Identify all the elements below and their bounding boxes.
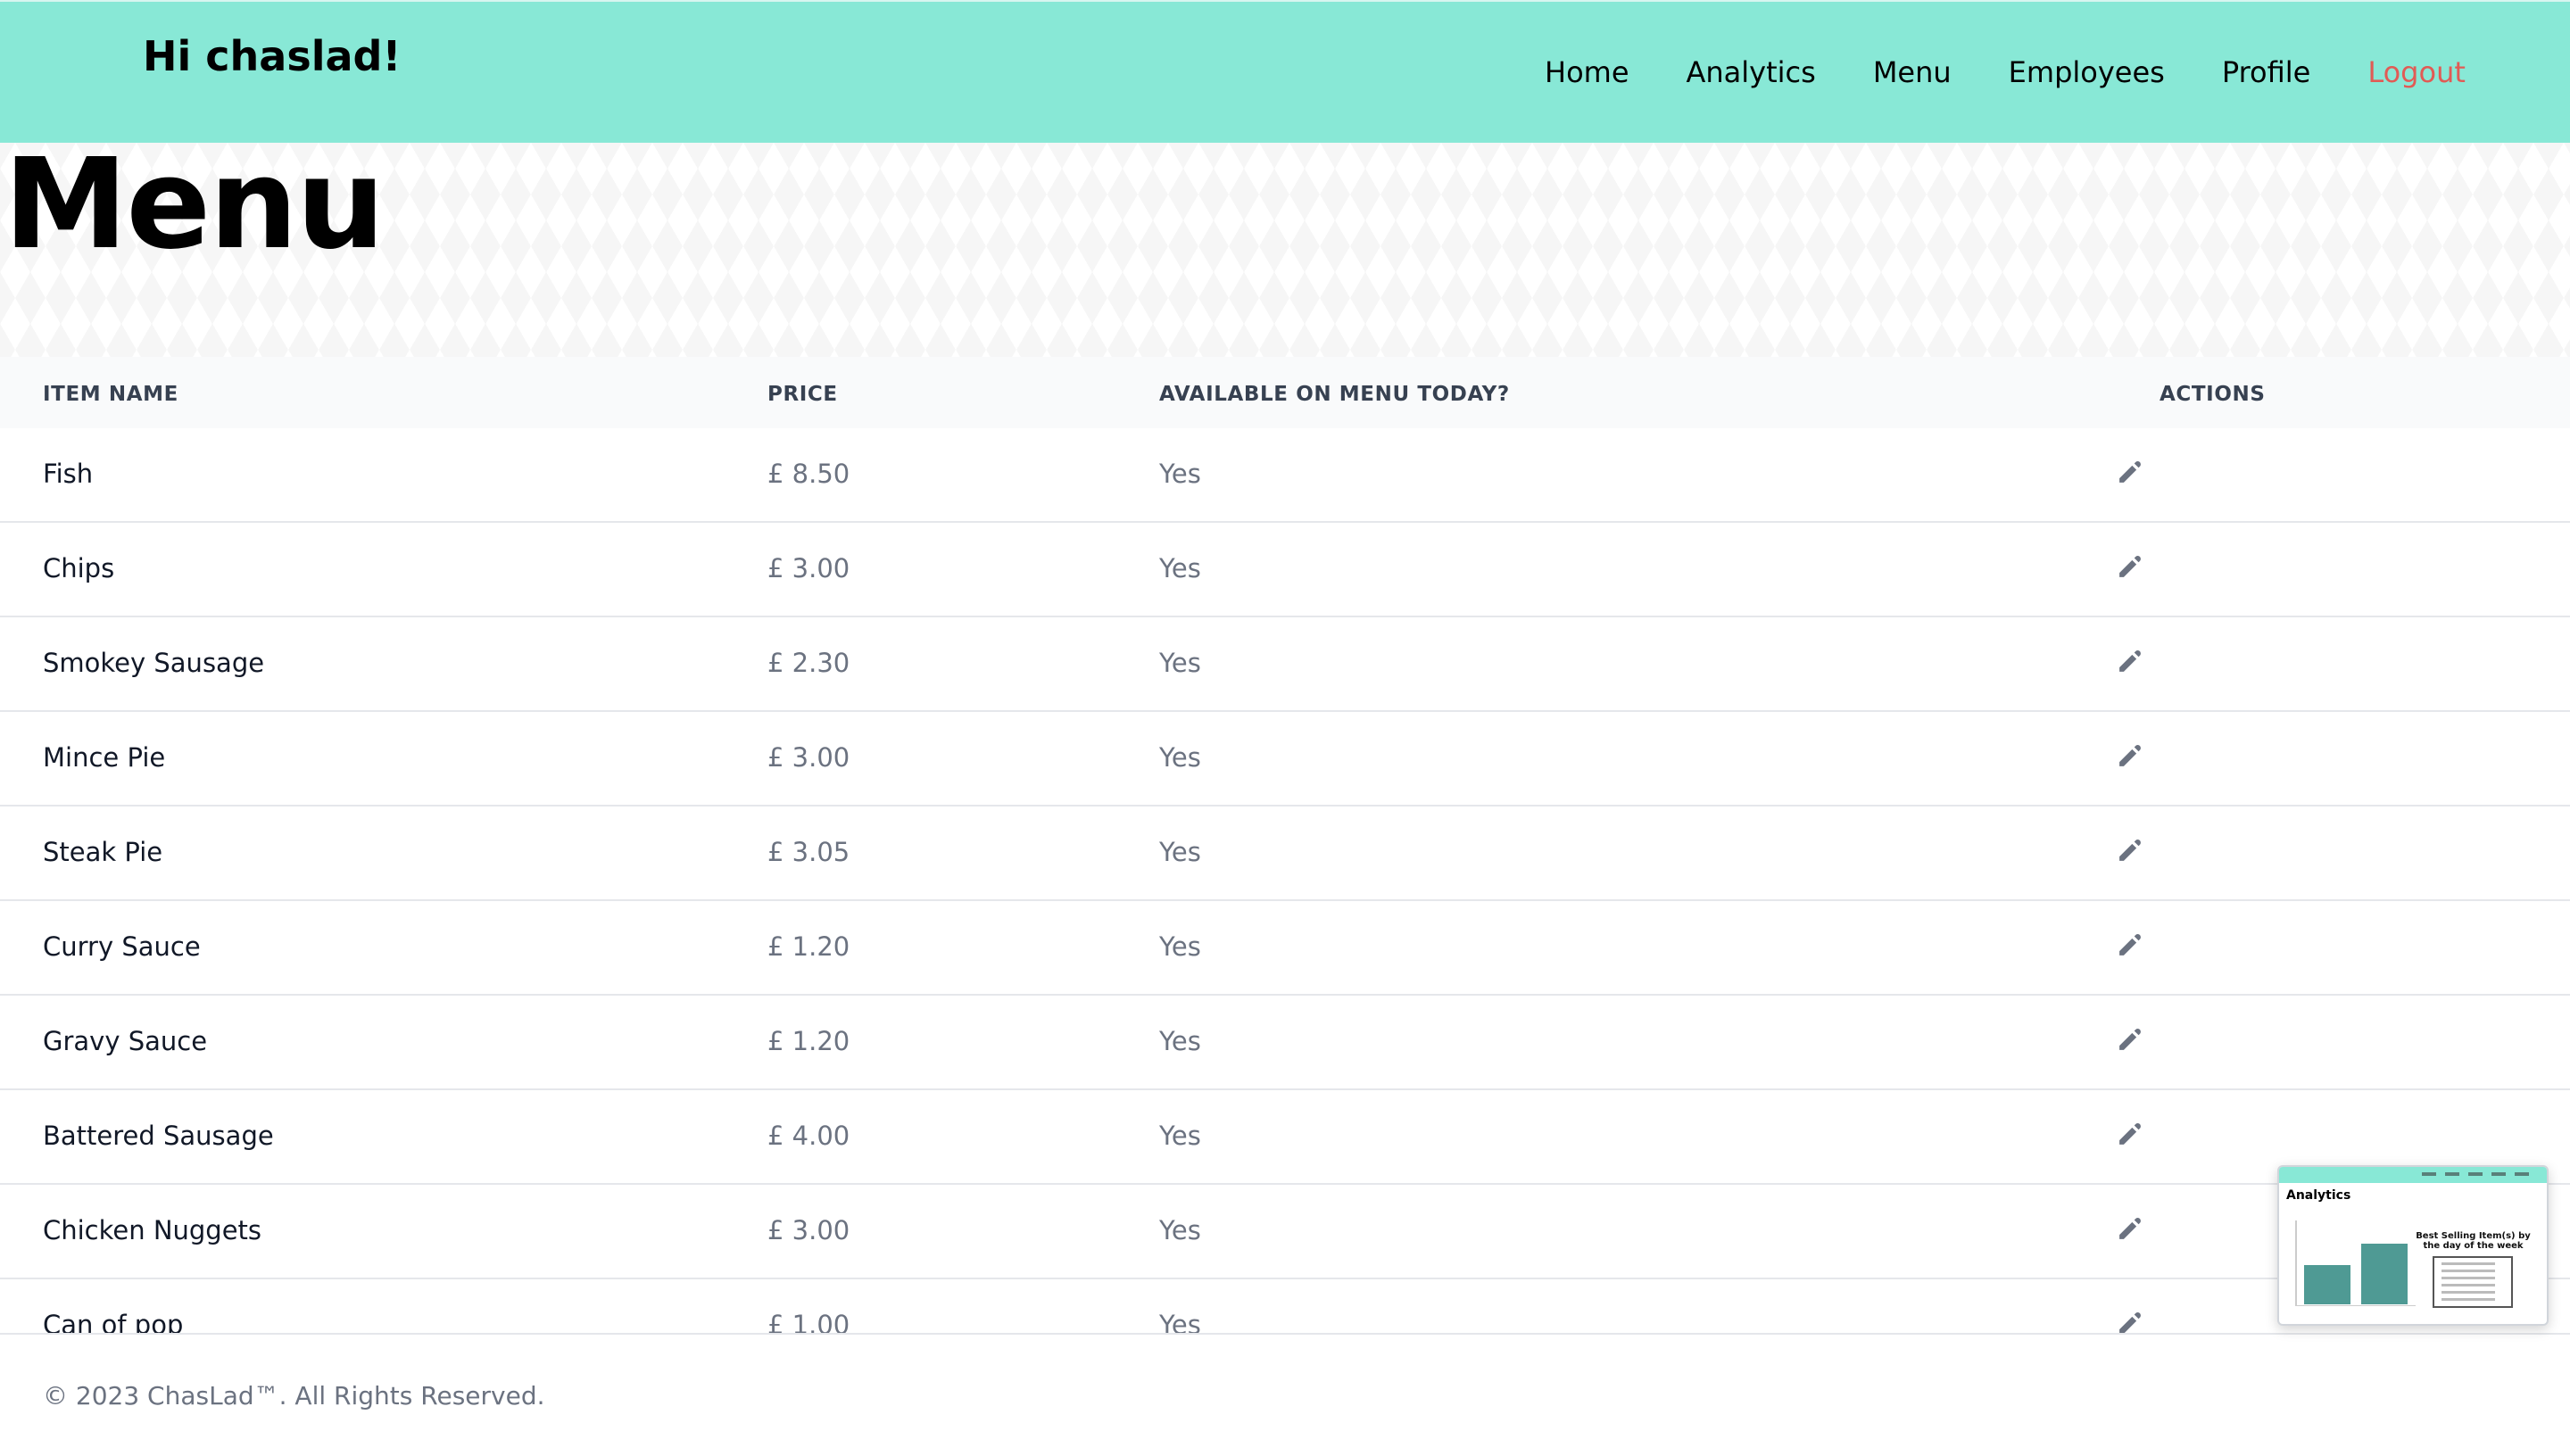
item-name-cell: Gravy Sauce: [43, 1026, 208, 1056]
nav-logout[interactable]: Logout: [2367, 55, 2466, 89]
available-cell: Yes: [1159, 742, 1201, 773]
table-row: Mince Pie £ 3.00 Yes: [0, 712, 2570, 807]
page-title: Menu: [4, 143, 386, 277]
nav-profile[interactable]: Profile: [2222, 55, 2311, 89]
available-cell: Yes: [1159, 837, 1201, 867]
available-cell: Yes: [1159, 648, 1201, 678]
price-cell: £ 1.20: [767, 1026, 850, 1056]
column-header-available: AVAILABLE ON MENU TODAY?: [1159, 383, 1510, 406]
price-cell: £ 3.00: [767, 742, 850, 773]
menu-table[interactable]: ITEM NAME PRICE AVAILABLE ON MENU TODAY?…: [0, 357, 2570, 1333]
available-cell: Yes: [1159, 1310, 1201, 1333]
column-header-price: PRICE: [767, 383, 838, 406]
price-cell: £ 1.20: [767, 931, 850, 962]
price-cell: £ 3.00: [767, 1215, 850, 1245]
main-nav: Home Analytics Menu Employees Profile Lo…: [1545, 55, 2466, 89]
item-name-cell: Smokey Sausage: [43, 648, 265, 678]
item-name-cell: Can of pop: [43, 1310, 184, 1333]
item-name-cell: Chips: [43, 553, 115, 583]
pencil-icon[interactable]: [2115, 1024, 2145, 1055]
navbar: Hi chaslad! Home Analytics Menu Employee…: [0, 0, 2570, 143]
nav-menu[interactable]: Menu: [1873, 55, 1952, 89]
nav-home[interactable]: Home: [1545, 55, 1629, 89]
preview-x-axis: [2295, 1305, 2416, 1306]
preview-nav-links: [2422, 1172, 2529, 1176]
price-cell: £ 3.05: [767, 837, 850, 867]
analytics-preview-thumbnail[interactable]: Analytics Best Selling Item(s) by the da…: [2277, 1165, 2549, 1326]
pencil-icon[interactable]: [2115, 457, 2145, 487]
pencil-icon[interactable]: [2115, 740, 2145, 771]
preview-list-box: [2433, 1256, 2513, 1308]
greeting: Hi chaslad!: [143, 32, 402, 80]
item-name-cell: Steak Pie: [43, 837, 163, 867]
nav-employees[interactable]: Employees: [2009, 55, 2165, 89]
preview-bar: [2361, 1244, 2408, 1304]
page-hero: Menu: [0, 143, 2570, 357]
price-cell: £ 2.30: [767, 648, 850, 678]
column-header-actions: ACTIONS: [2160, 383, 2266, 406]
preview-title: Analytics: [2286, 1188, 2351, 1203]
nav-analytics[interactable]: Analytics: [1687, 55, 1816, 89]
table-row: Curry Sauce £ 1.20 Yes: [0, 901, 2570, 996]
available-cell: Yes: [1159, 931, 1201, 962]
table-row: Steak Pie £ 3.05 Yes: [0, 807, 2570, 901]
column-header-item-name: ITEM NAME: [43, 383, 178, 406]
available-cell: Yes: [1159, 1121, 1201, 1151]
footer: © 2023 ChasLad™. All Rights Reserved.: [0, 1333, 2570, 1456]
item-name-cell: Battered Sausage: [43, 1121, 274, 1151]
pencil-icon[interactable]: [2115, 835, 2145, 865]
pencil-icon[interactable]: [2115, 1119, 2145, 1149]
available-cell: Yes: [1159, 553, 1201, 583]
item-name-cell: Fish: [43, 459, 94, 489]
table-row: Chicken Nuggets £ 3.00 Yes: [0, 1185, 2570, 1279]
pencil-icon[interactable]: [2115, 1308, 2145, 1333]
available-cell: Yes: [1159, 459, 1201, 489]
pencil-icon[interactable]: [2115, 646, 2145, 676]
table-row: Can of pop £ 1.00 Yes: [0, 1279, 2570, 1333]
available-cell: Yes: [1159, 1026, 1201, 1056]
table-row: Fish £ 8.50 Yes: [0, 428, 2570, 523]
preview-bar: [2304, 1265, 2350, 1304]
preview-chart-title: Best Selling Item(s) by the day of the w…: [2416, 1231, 2531, 1251]
preview-y-axis: [2295, 1220, 2297, 1306]
preview-navbar: [2279, 1167, 2547, 1183]
price-cell: £ 8.50: [767, 459, 850, 489]
table-body: Fish £ 8.50 Yes Chips £ 3.00 Yes Smokey Sausag…: [0, 428, 2570, 1333]
table-header: ITEM NAME PRICE AVAILABLE ON MENU TODAY?…: [0, 357, 2570, 428]
price-cell: £ 4.00: [767, 1121, 850, 1151]
price-cell: £ 1.00: [767, 1310, 850, 1333]
pencil-icon[interactable]: [2115, 1213, 2145, 1244]
available-cell: Yes: [1159, 1215, 1201, 1245]
table-row: Chips £ 3.00 Yes: [0, 523, 2570, 617]
item-name-cell: Mince Pie: [43, 742, 166, 773]
table-row: Battered Sausage £ 4.00 Yes: [0, 1090, 2570, 1185]
pencil-icon[interactable]: [2115, 930, 2145, 960]
price-cell: £ 3.00: [767, 553, 850, 583]
item-name-cell: Curry Sauce: [43, 931, 201, 962]
table-row: Gravy Sauce £ 1.20 Yes: [0, 996, 2570, 1090]
item-name-cell: Chicken Nuggets: [43, 1215, 262, 1245]
copyright-text: © 2023 ChasLad™. All Rights Reserved.: [43, 1381, 545, 1410]
pencil-icon[interactable]: [2115, 551, 2145, 582]
table-row: Smokey Sausage £ 2.30 Yes: [0, 617, 2570, 712]
